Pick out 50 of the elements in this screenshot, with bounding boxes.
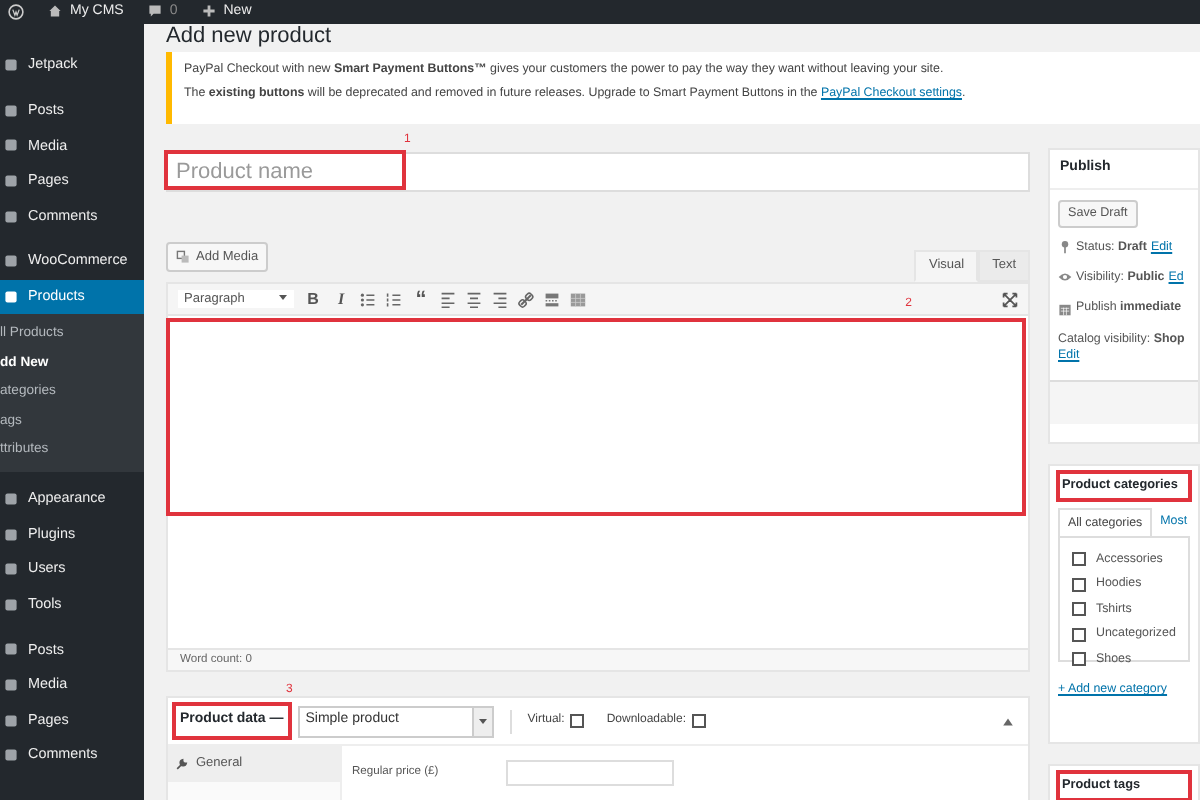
- comment-icon[interactable]: [147, 4, 162, 19]
- menu-icon: [4, 713, 18, 728]
- media-icon: [176, 250, 190, 264]
- wrench-icon: [176, 757, 188, 770]
- menu-icon: [4, 289, 18, 304]
- home-icon[interactable]: [48, 4, 62, 19]
- align-left-icon[interactable]: [440, 291, 456, 307]
- link-icon[interactable]: [518, 291, 534, 307]
- editor-area[interactable]: [166, 316, 1030, 650]
- read-more-icon[interactable]: [544, 291, 560, 307]
- menu-icon: [4, 138, 18, 153]
- menu-icon: [4, 58, 18, 73]
- menu-icon: [4, 174, 18, 189]
- menu-icon: [4, 527, 18, 542]
- plus-icon[interactable]: [201, 4, 216, 19]
- align-right-icon[interactable]: [492, 291, 508, 307]
- checkbox[interactable]: [1072, 577, 1086, 592]
- checkbox[interactable]: [692, 714, 707, 728]
- bulleted-list-icon[interactable]: [360, 291, 376, 307]
- fullscreen-icon[interactable]: [1002, 291, 1018, 307]
- collapse-icon[interactable]: [1002, 715, 1014, 727]
- price-field[interactable]: [506, 760, 674, 786]
- checkbox[interactable]: [1072, 652, 1086, 667]
- product-name-field[interactable]: Product name: [166, 152, 1030, 192]
- eye-icon: [1058, 270, 1072, 285]
- caret-icon: [278, 291, 288, 302]
- calendar-icon: [1058, 301, 1072, 316]
- checkbox[interactable]: [570, 714, 585, 728]
- wordpress-logo-icon[interactable]: [8, 4, 24, 20]
- menu-icon: [4, 103, 18, 118]
- checkbox[interactable]: [1072, 627, 1086, 642]
- bold-button[interactable]: B: [304, 289, 322, 309]
- checkbox[interactable]: [1072, 552, 1086, 567]
- menu-icon: [4, 597, 18, 612]
- page-title: Add new product: [166, 24, 332, 50]
- menu-icon: [4, 562, 18, 577]
- italic-button[interactable]: I: [332, 289, 350, 309]
- menu-icon: [4, 677, 18, 692]
- toolbar-toggle-icon[interactable]: [570, 291, 586, 307]
- align-center-icon[interactable]: [466, 291, 482, 307]
- menu-icon: [4, 748, 18, 763]
- pin-icon: [1058, 239, 1072, 254]
- menu-icon: [4, 254, 18, 269]
- menu-icon: [4, 209, 18, 224]
- numbered-list-icon[interactable]: [386, 291, 402, 307]
- menu-icon: [4, 491, 18, 506]
- checkbox[interactable]: [1072, 602, 1086, 617]
- caret-icon: [477, 716, 488, 726]
- menu-icon: [4, 642, 18, 657]
- quote-button[interactable]: “: [412, 292, 430, 306]
